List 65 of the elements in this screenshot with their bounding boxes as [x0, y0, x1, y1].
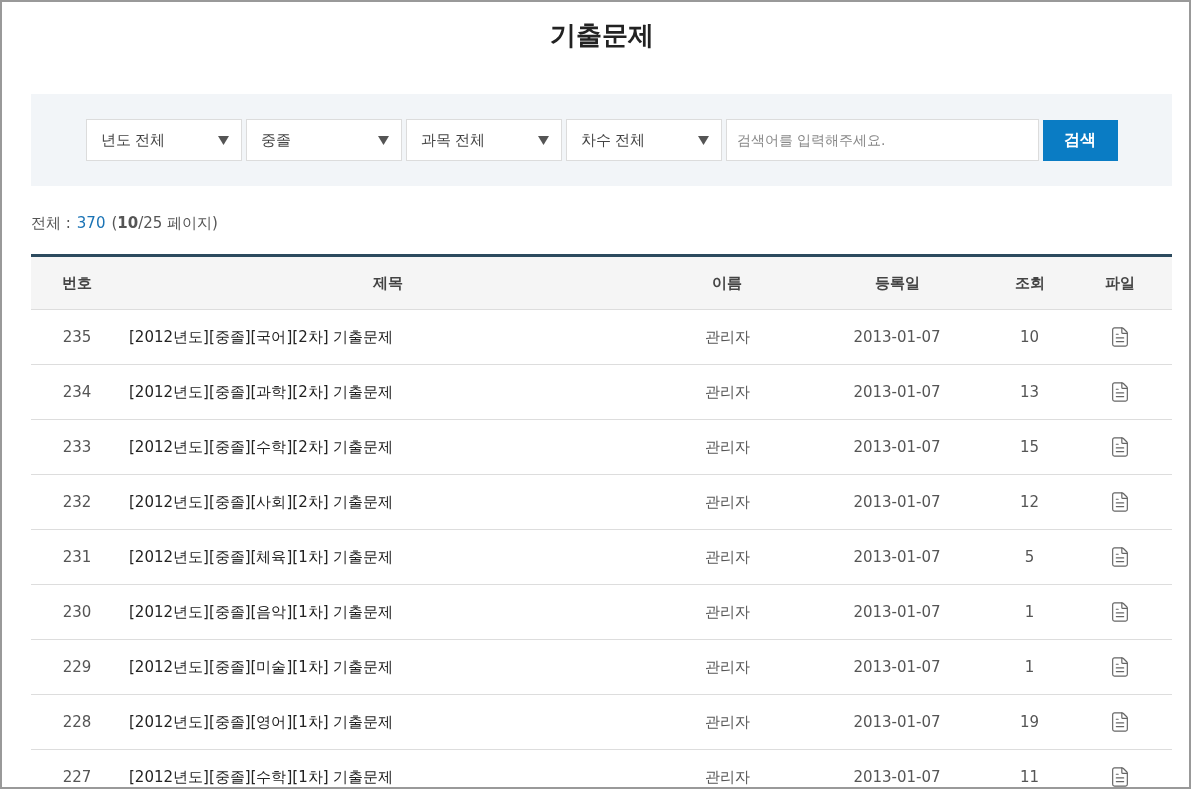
title-link[interactable]: [2012년도][중졸][영어][1차] 기출문제 — [123, 712, 652, 732]
views-cell-text: 11 — [1018, 768, 1041, 786]
page-title: 기출문제 — [548, 19, 655, 52]
date-cell-text: 2013-01-07 — [852, 658, 942, 676]
date-cell-text: 2013-01-07 — [852, 768, 942, 786]
caret-icon — [377, 135, 389, 145]
column-header: 파일 — [1103, 273, 1136, 293]
title-link[interactable]: [2012년도][중졸][수학][2차] 기출문제 — [123, 437, 652, 457]
date-cell-text: 2013-01-07 — [852, 713, 942, 731]
date-cell-text: 2013-01-07 — [852, 493, 942, 511]
title-link[interactable]: [2012년도][중졸][미술][1차] 기출문제 — [123, 657, 652, 677]
caret-icon — [537, 135, 549, 145]
title-link[interactable]: [2012년도][중졸][사회][2차] 기출문제 — [123, 492, 652, 512]
author-cell-text: 관리자 — [703, 712, 751, 732]
views-cell-text: 12 — [1018, 493, 1041, 511]
number-cell-text: 228 — [61, 713, 93, 731]
title-link[interactable]: [2012년도][중졸][수학][1차] 기출문제 — [123, 767, 652, 787]
title-link[interactable]: [2012년도][중졸][국어][2차] 기출문제 — [123, 327, 652, 347]
number-cell-text: 235 — [61, 328, 93, 346]
views-cell-text: 15 — [1018, 438, 1041, 456]
author-cell-text: 관리자 — [703, 547, 751, 567]
author-cell-text: 관리자 — [703, 602, 751, 622]
filter-dropdown[interactable]: 중졸 — [245, 119, 402, 161]
column-header: 조회 — [1013, 273, 1046, 293]
filter-dropdown[interactable]: 과목 전체 — [405, 119, 562, 161]
views-cell-text: 19 — [1018, 713, 1041, 731]
author-cell-text: 관리자 — [703, 492, 751, 512]
filter-dropdown[interactable]: 차수 전체 — [565, 119, 722, 161]
total-count: 370 — [76, 214, 106, 234]
number-cell-text: 227 — [61, 768, 93, 786]
search-field[interactable]: 검색어를 입력해주세요. — [725, 119, 1039, 161]
caret-icon — [217, 135, 229, 145]
date-cell-text: 2013-01-07 — [852, 328, 942, 346]
search-button[interactable]: 검색 — [1042, 119, 1118, 161]
views-cell-text: 5 — [1023, 548, 1036, 566]
author-cell-text: 관리자 — [703, 327, 751, 347]
column-header: 번호 — [61, 273, 93, 293]
author-cell-text: 관리자 — [703, 437, 751, 457]
views-cell-text: 10 — [1018, 328, 1041, 346]
title-link[interactable]: [2012년도][중졸][음악][1차] 기출문제 — [123, 602, 652, 622]
views-cell-text: 1 — [1023, 603, 1036, 621]
page-info: (10/25 페이지) — [111, 214, 218, 234]
author-cell-text: 관리자 — [703, 767, 751, 787]
number-cell-text: 229 — [61, 658, 93, 676]
title-link[interactable]: [2012년도][중졸][체육][1차] 기출문제 — [123, 547, 652, 567]
author-cell-text: 관리자 — [703, 382, 751, 402]
number-cell-text: 232 — [61, 493, 93, 511]
number-cell-text: 234 — [61, 383, 93, 401]
number-cell-text: 233 — [61, 438, 93, 456]
number-cell-text: 231 — [61, 548, 93, 566]
title-link[interactable]: [2012년도][중졸][과학][2차] 기출문제 — [123, 382, 652, 402]
date-cell-text: 2013-01-07 — [852, 548, 942, 566]
column-header: 제목 — [371, 273, 404, 293]
date-cell-text: 2013-01-07 — [852, 603, 942, 621]
date-cell-text: 2013-01-07 — [852, 438, 942, 456]
date-cell-text: 2013-01-07 — [852, 383, 942, 401]
column-header: 등록일 — [873, 273, 921, 293]
total-label: 전체 : — [31, 214, 71, 234]
views-cell-text: 1 — [1023, 658, 1036, 676]
number-cell-text: 230 — [61, 603, 93, 621]
views-cell-text: 13 — [1018, 383, 1041, 401]
filter-dropdown[interactable]: 년도 전체 — [85, 119, 242, 161]
caret-icon — [697, 135, 709, 145]
author-cell-text: 관리자 — [703, 657, 751, 677]
column-header: 이름 — [711, 273, 743, 293]
